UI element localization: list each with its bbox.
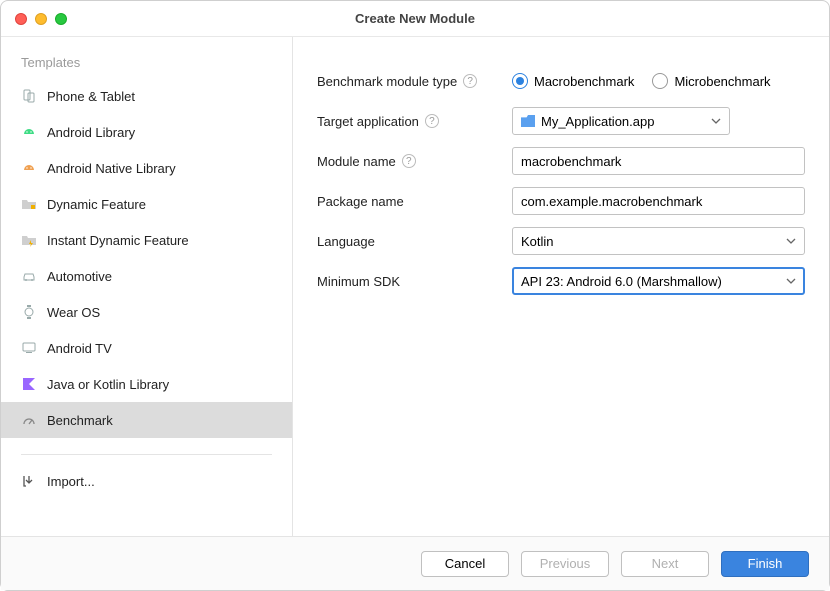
package-name-label: Package name bbox=[317, 194, 512, 209]
radio-macrobenchmark[interactable]: Macrobenchmark bbox=[512, 73, 634, 89]
language-select[interactable]: Kotlin bbox=[512, 227, 805, 255]
radio-indicator bbox=[652, 73, 668, 89]
folder-icon bbox=[21, 196, 37, 212]
sidebar-item-label: Benchmark bbox=[47, 413, 113, 428]
target-application-select[interactable]: My_Application.app bbox=[512, 107, 730, 135]
sidebar-item-java-kotlin-library[interactable]: Java or Kotlin Library bbox=[1, 366, 292, 402]
sidebar-item-wear-os[interactable]: Wear OS bbox=[1, 294, 292, 330]
sidebar-item-import[interactable]: Import... bbox=[1, 463, 292, 499]
row-package-name: Package name bbox=[317, 181, 805, 221]
module-name-field[interactable] bbox=[512, 147, 805, 175]
folder-icon bbox=[21, 232, 37, 248]
help-icon[interactable]: ? bbox=[402, 154, 416, 168]
language-value: Kotlin bbox=[521, 234, 554, 249]
sidebar-item-automotive[interactable]: Automotive bbox=[1, 258, 292, 294]
dialog-body: Templates Phone & Tablet Android Library… bbox=[1, 37, 829, 536]
sidebar-item-label: Java or Kotlin Library bbox=[47, 377, 169, 392]
sidebar-item-label: Android TV bbox=[47, 341, 112, 356]
row-benchmark-type: Benchmark module type ? Macrobenchmark M… bbox=[317, 61, 805, 101]
sidebar-item-label: Dynamic Feature bbox=[47, 197, 146, 212]
form-panel: Benchmark module type ? Macrobenchmark M… bbox=[293, 37, 829, 536]
dialog-footer: Cancel Previous Next Finish bbox=[1, 536, 829, 590]
next-button[interactable]: Next bbox=[621, 551, 709, 577]
module-icon bbox=[521, 115, 535, 127]
sidebar-item-label: Phone & Tablet bbox=[47, 89, 135, 104]
package-name-field[interactable] bbox=[512, 187, 805, 215]
target-application-value: My_Application.app bbox=[541, 114, 654, 129]
radio-indicator bbox=[512, 73, 528, 89]
kotlin-icon bbox=[21, 376, 37, 392]
import-icon bbox=[21, 473, 37, 489]
window-title: Create New Module bbox=[1, 11, 829, 26]
templates-sidebar: Templates Phone & Tablet Android Library… bbox=[1, 37, 293, 536]
sidebar-item-dynamic-feature[interactable]: Dynamic Feature bbox=[1, 186, 292, 222]
titlebar: Create New Module bbox=[1, 1, 829, 37]
help-icon[interactable]: ? bbox=[463, 74, 477, 88]
sidebar-item-instant-dynamic-feature[interactable]: Instant Dynamic Feature bbox=[1, 222, 292, 258]
minimum-sdk-label-text: Minimum SDK bbox=[317, 274, 400, 289]
row-language: Language Kotlin bbox=[317, 221, 805, 261]
sidebar-item-label: Wear OS bbox=[47, 305, 100, 320]
package-name-input[interactable] bbox=[521, 194, 796, 209]
minimum-sdk-label: Minimum SDK bbox=[317, 274, 512, 289]
benchmark-type-label-text: Benchmark module type bbox=[317, 74, 457, 89]
sidebar-item-label: Instant Dynamic Feature bbox=[47, 233, 189, 248]
row-minimum-sdk: Minimum SDK API 23: Android 6.0 (Marshma… bbox=[317, 261, 805, 301]
benchmark-type-label: Benchmark module type ? bbox=[317, 74, 512, 89]
phone-tablet-icon bbox=[21, 88, 37, 104]
sidebar-header: Templates bbox=[1, 51, 292, 78]
minimum-sdk-value: API 23: Android 6.0 (Marshmallow) bbox=[521, 274, 722, 289]
row-target-application: Target application ? My_Application.app bbox=[317, 101, 805, 141]
radio-label: Microbenchmark bbox=[674, 74, 770, 89]
sidebar-separator bbox=[21, 454, 272, 455]
sidebar-item-label: Automotive bbox=[47, 269, 112, 284]
chevron-down-icon bbox=[786, 234, 796, 249]
sidebar-item-android-tv[interactable]: Android TV bbox=[1, 330, 292, 366]
sidebar-item-label: Android Library bbox=[47, 125, 135, 140]
sidebar-item-benchmark[interactable]: Benchmark bbox=[1, 402, 292, 438]
benchmark-icon bbox=[21, 412, 37, 428]
sidebar-item-phone-tablet[interactable]: Phone & Tablet bbox=[1, 78, 292, 114]
row-module-name: Module name ? bbox=[317, 141, 805, 181]
cancel-button[interactable]: Cancel bbox=[421, 551, 509, 577]
chevron-down-icon bbox=[786, 274, 796, 289]
language-label-text: Language bbox=[317, 234, 375, 249]
radio-label: Macrobenchmark bbox=[534, 74, 634, 89]
sidebar-item-android-native-library[interactable]: Android Native Library bbox=[1, 150, 292, 186]
package-name-label-text: Package name bbox=[317, 194, 404, 209]
chevron-down-icon bbox=[711, 114, 721, 129]
dialog-window: Create New Module Templates Phone & Tabl… bbox=[0, 0, 830, 591]
module-name-label: Module name ? bbox=[317, 154, 512, 169]
android-native-icon bbox=[21, 160, 37, 176]
target-application-label-text: Target application bbox=[317, 114, 419, 129]
benchmark-type-radio-group: Macrobenchmark Microbenchmark bbox=[512, 73, 771, 89]
sidebar-item-label: Import... bbox=[47, 474, 95, 489]
module-name-input[interactable] bbox=[521, 154, 796, 169]
module-name-label-text: Module name bbox=[317, 154, 396, 169]
sidebar-item-label: Android Native Library bbox=[47, 161, 176, 176]
help-icon[interactable]: ? bbox=[425, 114, 439, 128]
radio-microbenchmark[interactable]: Microbenchmark bbox=[652, 73, 770, 89]
target-application-label: Target application ? bbox=[317, 114, 512, 129]
finish-button[interactable]: Finish bbox=[721, 551, 809, 577]
minimum-sdk-select[interactable]: API 23: Android 6.0 (Marshmallow) bbox=[512, 267, 805, 295]
tv-icon bbox=[21, 340, 37, 356]
language-label: Language bbox=[317, 234, 512, 249]
previous-button[interactable]: Previous bbox=[521, 551, 609, 577]
sidebar-item-android-library[interactable]: Android Library bbox=[1, 114, 292, 150]
car-icon bbox=[21, 268, 37, 284]
android-icon bbox=[21, 124, 37, 140]
watch-icon bbox=[21, 304, 37, 320]
